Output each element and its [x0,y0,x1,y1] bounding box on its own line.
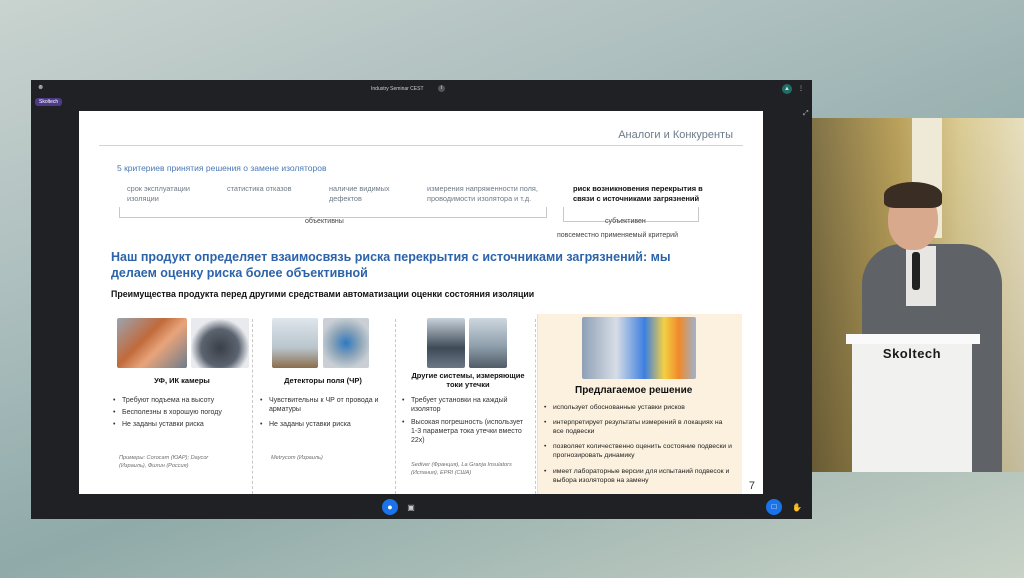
raise-hand-button[interactable]: ✋ [790,501,804,515]
proposed-bullet: интерпретирует результаты измерений в ло… [544,418,735,436]
column-examples: Metrycom (Израиль) [271,455,323,461]
window-title: Industry Seminar CEST [371,86,424,92]
camera-icon: ▣ [407,503,415,512]
thermal-camera-image [117,318,187,368]
criterion-item: измерения напряженности поля, проводимос… [427,184,538,203]
chat-button[interactable]: □ [766,499,782,515]
proposed-bullet: имеет лабораторные версии для испытаний … [544,467,735,485]
people-icon[interactable]: ☻ [37,84,44,91]
column-bullet: Бесполезны в хорошую погоду [113,408,248,417]
column-title: УФ, ИК камеры [154,376,210,385]
column-divider [252,319,253,494]
info-icon[interactable]: i [438,85,445,92]
column-title: Детекторы поля (ЧР) [284,376,362,385]
criterion-item: статистика отказов [227,184,292,193]
column-examples: Примеры: Corocam (ЮАР); Daycor (Израиль)… [119,455,209,469]
chat-icon: □ [771,502,777,511]
slide-subheading: Преимущества продукта перед другими сред… [111,289,535,299]
criteria-title: 5 критериев принятия решения о замене из… [117,163,327,173]
shared-slide: Аналоги и Конкуренты 5 критериев приняти… [79,111,763,494]
hand-icon: ✋ [792,503,802,512]
proposed-bullet: позволяет количественно оценить состояни… [544,442,735,460]
column-bullet: Не заданы уставки риска [260,420,379,429]
uv-camera-image [191,318,249,368]
column-examples: Sediver (Франция), La Granja Insulators … [411,462,512,476]
power-line-image [272,318,318,368]
window-topbar: ☻ Industry Seminar CEST i ▲ ⋮ [31,80,812,98]
column-bullet: Высокая погрешность (использует 1-3 пара… [402,418,527,445]
column-bullet: Требуют подъема на высоту [113,396,248,405]
column-divider [395,319,396,494]
more-icon[interactable]: ⋮ [796,84,806,94]
proposed-bullet: использует обоснованные уставки рисков [544,403,735,412]
insulator-image [469,318,507,368]
field-detector-image [323,318,369,368]
microphone [912,252,920,290]
criterion-item: наличие видимых дефектов [329,184,390,203]
slide-title: Аналоги и Конкуренты [618,129,733,141]
proposed-solution-title: Предлагаемое решение [575,385,693,396]
leakage-system-image [427,318,465,368]
camera-button[interactable]: ▣ [404,501,418,515]
column-divider [535,319,536,494]
column-bullet: Не заданы уставки риска [113,420,248,429]
proposed-solution-image [582,317,696,379]
slide-headline: Наш продукт определяет взаимосвязь риска… [111,250,671,280]
presenter-shirt [906,246,936,306]
expand-icon[interactable]: ⤢ [803,110,809,118]
criterion-item-key: риск возникновения перекрытия в связи с … [573,184,703,203]
lectern-top [846,334,980,344]
presenter-video: Skoltech [812,118,1024,472]
common-criterion-label: повсеместно применяемый критерий [557,232,678,239]
lectern-label: Skoltech [882,346,942,361]
presenter-hair [884,182,942,208]
criterion-item: срок эксплуатации изоляции [127,184,190,203]
title-divider [99,145,743,146]
mic-button[interactable]: ● [382,499,398,515]
signal-icon: ▲ [782,84,792,94]
column-bullet: Чувствительны к ЧР от провода и арматуры [260,396,379,414]
room-tag: Skoltech [35,98,63,106]
objective-bracket [119,207,547,218]
subjective-label: субъективен [605,218,646,225]
column-bullet: Требует установки на каждый изолятор [402,396,527,414]
column-title: Другие системы, измеряющие токи утечки [411,371,525,389]
mic-icon: ● [387,502,393,512]
slide-page-number: 7 [748,480,755,492]
objective-label: объективны [305,218,344,225]
